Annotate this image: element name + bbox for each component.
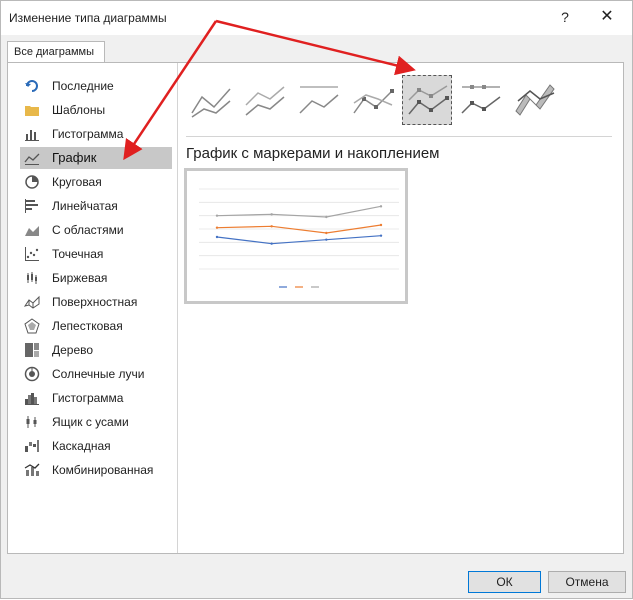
ok-button[interactable]: ОК bbox=[468, 571, 541, 593]
subtype-stacked-line[interactable] bbox=[240, 75, 290, 125]
sidebar-item-scatter-chart[interactable]: Точечная bbox=[20, 243, 172, 265]
cancel-button[interactable]: Отмена bbox=[548, 571, 626, 593]
sidebar-item-histogram[interactable]: Гистограмма bbox=[20, 387, 172, 409]
bar-chart-icon bbox=[24, 198, 40, 214]
recent-icon bbox=[24, 78, 40, 94]
sidebar-item-treemap[interactable]: Дерево bbox=[20, 339, 172, 361]
subtype-percent-stacked-line-with-markers[interactable] bbox=[456, 75, 506, 125]
subtype-line[interactable] bbox=[186, 75, 236, 125]
sidebar-item-label: Точечная bbox=[52, 247, 104, 261]
sidebar-item-sunburst[interactable]: Солнечные лучи bbox=[20, 363, 172, 385]
help-button[interactable]: ? bbox=[556, 7, 574, 27]
percent-stacked-line-with-markers-icon bbox=[461, 85, 501, 114]
sidebar-item-recent[interactable]: Последние bbox=[20, 75, 172, 97]
series-point-2-3 bbox=[379, 205, 383, 208]
series-point-0-2 bbox=[325, 238, 328, 241]
subtype-line-with-markers[interactable] bbox=[348, 75, 398, 125]
sidebar-item-label: Последние bbox=[52, 79, 114, 93]
tab-all-charts[interactable]: Все диаграммы bbox=[7, 41, 105, 63]
waterfall-icon bbox=[24, 438, 40, 454]
sidebar-item-surface-chart[interactable]: Поверхностная bbox=[20, 291, 172, 313]
sidebar-item-folder[interactable]: Шаблоны bbox=[20, 99, 172, 121]
sidebar-item-box-whisker[interactable]: Ящик с усами bbox=[20, 411, 172, 433]
series-point-0-0 bbox=[215, 235, 219, 239]
sidebar-item-label: Лепестковая bbox=[52, 319, 123, 333]
sidebar-item-label: Круговая bbox=[52, 175, 102, 189]
sidebar-item-label: Комбинированная bbox=[52, 463, 154, 477]
chart-type-list: Последние Шаблоны Гистограмма График Кругова… bbox=[20, 75, 172, 553]
series-point-1-2 bbox=[325, 231, 328, 235]
title-bar: Изменение типа диаграммы ? ✕ bbox=[1, 1, 632, 35]
column-chart-icon bbox=[24, 126, 40, 142]
percent-stacked-line-icon bbox=[299, 86, 339, 114]
chart-preview[interactable] bbox=[184, 168, 408, 304]
chart-subtype-gallery bbox=[186, 75, 616, 131]
sidebar-item-area-chart[interactable]: С областями bbox=[20, 219, 172, 241]
subtype-heading: График с маркерами и накоплением bbox=[186, 145, 440, 162]
sidebar-item-pie-chart[interactable]: Круговая bbox=[20, 171, 172, 193]
sidebar-item-label: График bbox=[52, 150, 97, 165]
series-point-1-0 bbox=[215, 226, 219, 229]
series-point-2-2 bbox=[325, 215, 328, 219]
chart-type-panel: Последние Шаблоны Гистограмма График Кругова… bbox=[7, 62, 624, 554]
sidebar-item-label: Поверхностная bbox=[52, 295, 138, 309]
sidebar-item-label: С областями bbox=[52, 223, 124, 237]
series-point-0-3 bbox=[379, 234, 383, 237]
series-point-1-1 bbox=[270, 225, 273, 228]
series-point-2-1 bbox=[270, 213, 273, 216]
vertical-divider bbox=[177, 63, 178, 553]
sidebar-item-column-chart[interactable]: Гистограмма bbox=[20, 123, 172, 145]
series-point-0-1 bbox=[270, 242, 273, 245]
sidebar-item-bar-chart[interactable]: Линейчатая bbox=[20, 195, 172, 217]
histogram-icon bbox=[24, 390, 40, 406]
3d-line-icon bbox=[515, 84, 555, 116]
box-whisker-icon bbox=[24, 414, 40, 430]
change-chart-type-dialog: Изменение типа диаграммы ? ✕ Все диаграм… bbox=[0, 0, 633, 599]
subtype-3d-line[interactable] bbox=[510, 75, 560, 125]
pie-chart-icon bbox=[24, 174, 40, 190]
dialog-title: Изменение типа диаграммы bbox=[9, 11, 167, 25]
surface-chart-icon bbox=[23, 294, 40, 310]
subtype-stacked-line-with-markers[interactable] bbox=[402, 75, 452, 125]
treemap-icon bbox=[24, 342, 40, 358]
stacked-line-with-markers-icon bbox=[408, 85, 449, 115]
combo-chart-icon bbox=[24, 462, 40, 478]
line-chart-icon bbox=[24, 150, 40, 166]
sidebar-item-label: Гистограмма bbox=[52, 391, 124, 405]
stacked-line-icon bbox=[245, 86, 285, 116]
series-point-2-0 bbox=[215, 214, 219, 217]
sidebar-item-label: Шаблоны bbox=[52, 103, 106, 117]
sidebar-item-line-chart[interactable]: График bbox=[20, 147, 172, 169]
sidebar-item-waterfall[interactable]: Каскадная bbox=[20, 435, 172, 457]
sidebar-item-label: Дерево bbox=[52, 343, 94, 357]
sidebar-item-label: Ящик с усами bbox=[52, 415, 129, 429]
horizontal-divider bbox=[186, 136, 612, 137]
line-with-markers-icon bbox=[353, 89, 394, 114]
sidebar-item-label: Каскадная bbox=[52, 439, 111, 453]
close-button[interactable]: ✕ bbox=[597, 7, 617, 27]
sidebar-item-label: Биржевая bbox=[52, 271, 108, 285]
radar-chart-icon bbox=[24, 318, 40, 334]
scatter-chart-icon bbox=[24, 246, 40, 262]
folder-icon bbox=[24, 102, 40, 118]
sidebar-item-label: Линейчатая bbox=[52, 199, 118, 213]
sunburst-icon bbox=[24, 366, 40, 382]
line-icon bbox=[191, 88, 231, 118]
chart-preview-plot bbox=[199, 188, 399, 288]
sidebar-item-combo-chart[interactable]: Комбинированная bbox=[20, 459, 172, 481]
area-chart-icon bbox=[24, 222, 40, 238]
sidebar-item-radar-chart[interactable]: Лепестковая bbox=[20, 315, 172, 337]
sidebar-item-label: Гистограмма bbox=[52, 127, 124, 141]
subtype-percent-stacked-line[interactable] bbox=[294, 75, 344, 125]
sidebar-item-stock-chart[interactable]: Биржевая bbox=[20, 267, 172, 289]
tab-strip: Все диаграммы bbox=[1, 35, 632, 63]
sidebar-item-label: Солнечные лучи bbox=[52, 367, 145, 381]
series-point-1-3 bbox=[379, 223, 383, 227]
stock-chart-icon bbox=[24, 270, 40, 286]
